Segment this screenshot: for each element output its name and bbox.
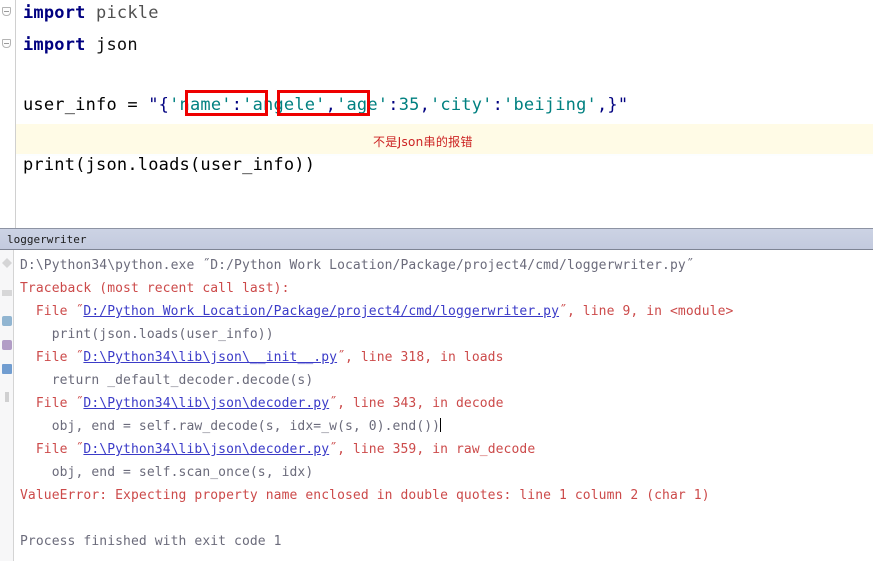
code-token: "{: [148, 95, 170, 115]
console-line: D:\Python34\python.exe ˝D:/Python Work L…: [20, 254, 873, 277]
console-text-run: return _default_decoder.decode(s): [20, 373, 314, 388]
fold-marker-icon[interactable]: [2, 39, 11, 48]
console-text-run: ˝, line 343, in decode: [329, 396, 504, 411]
console-text-run: Process finished with exit code 1: [20, 534, 282, 549]
code-token: 'age': [336, 95, 389, 115]
stop-icon[interactable]: [2, 290, 12, 296]
code-token: ,: [419, 95, 430, 115]
console-file-link[interactable]: D:\Python34\lib\json\decoder.py: [83, 442, 329, 457]
console-text-run: ˝, line 318, in loads: [337, 350, 504, 365]
console-text-run: File ˝: [20, 350, 84, 365]
code-editor-pane[interactable]: import pickle import json user_info = "{…: [0, 0, 873, 228]
code-token: json: [85, 35, 138, 55]
fold-marker-icon[interactable]: [2, 7, 11, 16]
console-line: File ˝D:\Python34\lib\json\decoder.py˝, …: [20, 392, 873, 415]
console-text-run: File ˝: [20, 442, 84, 457]
editor-gutter[interactable]: [0, 0, 16, 228]
code-token: pickle: [85, 3, 159, 23]
console-line: File ˝D:\Python34\lib\json\__init__.py˝,…: [20, 346, 873, 369]
code-token: ,: [325, 95, 337, 115]
code-line-import-json[interactable]: import json: [23, 34, 138, 56]
code-token: 'name': [169, 95, 232, 115]
text-caret: [440, 418, 442, 432]
console-line: File ˝D:/Python Work Location/Package/pr…: [20, 300, 873, 323]
console-text-run: D:\Python34\python.exe ˝D:/Python Work L…: [20, 258, 694, 273]
code-token: ,}": [596, 95, 629, 115]
code-token: :: [492, 95, 504, 115]
console-line: obj, end = self.scan_once(s, idx): [20, 461, 873, 484]
console-line: ValueError: Expecting property name encl…: [20, 484, 873, 507]
console-text-run: ValueError: Expecting property name encl…: [20, 488, 710, 503]
console-file-link[interactable]: D:/Python Work Location/Package/project4…: [83, 304, 559, 319]
console-file-link[interactable]: D:\Python34\lib\json\decoder.py: [83, 396, 329, 411]
console-toolbar[interactable]: [0, 250, 14, 561]
clear-all-icon[interactable]: [5, 392, 9, 402]
console-output[interactable]: D:\Python34\python.exe ˝D:/Python Work L…: [14, 250, 873, 561]
rerun-icon[interactable]: [2, 258, 12, 268]
soft-wrap-icon[interactable]: [2, 340, 12, 350]
code-token: 'angele': [242, 95, 326, 115]
code-line-import-pickle[interactable]: import pickle: [23, 2, 159, 24]
code-token: user_info =: [23, 95, 149, 115]
console-text-run: File ˝: [20, 396, 84, 411]
console-line: Traceback (most recent call last):: [20, 277, 873, 300]
console-text-run: obj, end = self.scan_once(s, idx): [20, 465, 314, 480]
code-token: :: [388, 95, 399, 115]
print-icon[interactable]: [2, 316, 12, 326]
code-token: 35: [398, 95, 420, 115]
console-tab-loggerwriter[interactable]: loggerwriter: [7, 233, 86, 246]
code-line-print[interactable]: print(json.loads(user_info)): [23, 154, 315, 176]
console-line: obj, end = self.raw_decode(s, idx=_w(s, …: [20, 415, 873, 438]
console-text-run: ˝, line 9, in <module>: [559, 304, 734, 319]
console-text-run: obj, end = self.raw_decode(s, idx=_w(s, …: [20, 419, 441, 434]
code-token: :: [231, 95, 243, 115]
annotation-caption: 不是Json串的报错: [373, 135, 473, 149]
console-line: return _default_decoder.decode(s): [20, 369, 873, 392]
console-line: print(json.loads(user_info)): [20, 323, 873, 346]
run-console-pane[interactable]: D:\Python34\python.exe ˝D:/Python Work L…: [0, 250, 873, 561]
console-line: File ˝D:\Python34\lib\json\decoder.py˝, …: [20, 438, 873, 461]
editor-code-area[interactable]: import pickle import json user_info = "{…: [15, 0, 873, 228]
console-text-run: print(json.loads(user_info)): [20, 327, 274, 342]
console-text-run: Traceback (most recent call last):: [20, 281, 290, 296]
code-line-user-info[interactable]: user_info = "{'name':'angele','age':35,'…: [23, 94, 628, 116]
console-text-run: [20, 511, 28, 526]
code-token: 'beijing': [503, 95, 597, 115]
code-token: import: [23, 3, 86, 23]
code-token: import: [23, 35, 86, 55]
console-file-link[interactable]: D:\Python34\lib\json\__init__.py: [83, 350, 337, 365]
console-text-run: File ˝: [20, 304, 84, 319]
console-line: [20, 507, 873, 530]
console-tab-bar[interactable]: loggerwriter: [0, 228, 873, 250]
scroll-to-end-icon[interactable]: [2, 364, 12, 374]
code-token: print(json.loads(user_info)): [23, 155, 316, 175]
code-token: 'city': [430, 95, 493, 115]
console-text-run: ˝, line 359, in raw_decode: [329, 442, 536, 457]
console-line: Process finished with exit code 1: [20, 530, 873, 553]
